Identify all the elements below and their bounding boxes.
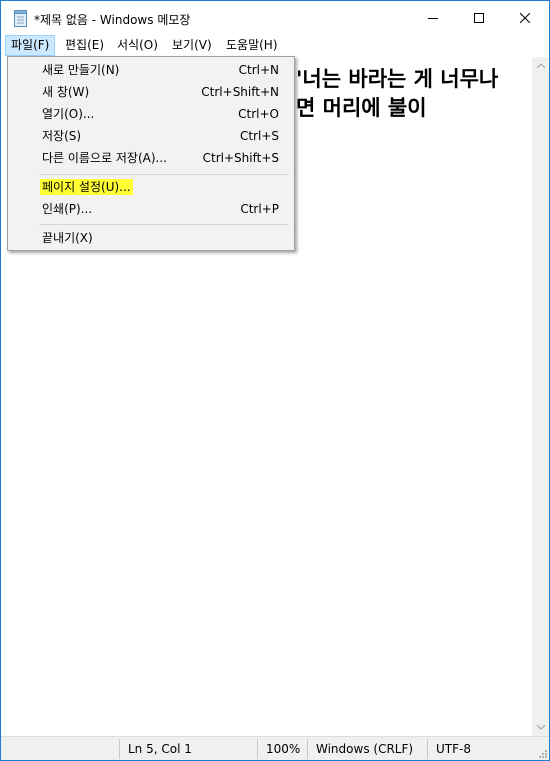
menu-separator — [39, 174, 289, 175]
notepad-window: *제목 없음 - Windows 메모장 파일(F) 편집(E) 서식(O) 보… — [0, 0, 550, 761]
menu-separator — [39, 224, 289, 225]
menu-item-shortcut: Ctrl+Shift+N — [201, 85, 279, 99]
scroll-up-button[interactable] — [532, 57, 549, 74]
notepad-icon — [14, 10, 28, 27]
menu-help[interactable]: 도움말(H) — [220, 35, 284, 56]
editor-line-2: 면 머리에 불이 — [296, 96, 427, 120]
menu-item-label: 끝내기(X) — [42, 231, 93, 245]
menu-item-label: 다른 이름으로 저장(A)... — [42, 151, 167, 165]
menu-item-open[interactable]: 열기(O)... Ctrl+O — [11, 103, 291, 125]
file-menu-dropdown: 새로 만들기(N) Ctrl+N 새 창(W) Ctrl+Shift+N 열기(… — [7, 56, 295, 251]
status-encoding: UTF-8 — [427, 739, 533, 759]
menu-edit[interactable]: 편집(E) — [59, 35, 110, 56]
editor-line-1: '너는 바라는 게 너무나 — [296, 67, 499, 91]
close-button[interactable] — [502, 1, 548, 35]
status-bar: Ln 5, Col 1 100% Windows (CRLF) UTF-8 — [1, 736, 549, 760]
menu-item-shortcut: Ctrl+O — [238, 107, 279, 121]
menu-item-label: 새 창(W) — [42, 85, 90, 99]
maximize-button[interactable] — [456, 1, 502, 35]
menu-item-new[interactable]: 새로 만들기(N) Ctrl+N — [11, 59, 291, 81]
title-bar[interactable]: *제목 없음 - Windows 메모장 — [1, 1, 549, 35]
status-zoom: 100% — [257, 739, 307, 759]
menu-item-label: 열기(O)... — [42, 107, 95, 121]
menu-item-print[interactable]: 인쇄(P)... Ctrl+P — [11, 198, 291, 220]
menu-item-save-as[interactable]: 다른 이름으로 저장(A)... Ctrl+Shift+S — [11, 147, 291, 169]
menu-item-shortcut: Ctrl+N — [238, 63, 279, 77]
menu-item-label: 새로 만들기(N) — [42, 63, 120, 77]
menu-bar: 파일(F) 편집(E) 서식(O) 보기(V) 도움말(H) — [1, 35, 549, 57]
menu-format[interactable]: 서식(O) — [111, 35, 164, 56]
menu-item-exit[interactable]: 끝내기(X) — [11, 227, 291, 249]
status-position: Ln 5, Col 1 — [119, 739, 257, 759]
close-icon — [520, 13, 530, 23]
menu-item-shortcut: Ctrl+S — [239, 129, 279, 143]
chevron-up-icon — [536, 63, 545, 68]
menu-item-label: 저장(S) — [42, 129, 82, 143]
menu-item-label: 페이지 설정(U)... — [40, 179, 133, 195]
menu-file[interactable]: 파일(F) — [5, 35, 56, 56]
menu-item-label-wrap: 페이지 설정(U)... — [40, 176, 133, 198]
resize-grip-icon[interactable] — [537, 748, 547, 758]
vertical-scrollbar[interactable] — [532, 57, 549, 736]
menu-view[interactable]: 보기(V) — [166, 35, 218, 56]
window-title: *제목 없음 - Windows 메모장 — [34, 13, 191, 27]
menu-item-shortcut: Ctrl+P — [240, 202, 279, 216]
menu-item-save[interactable]: 저장(S) Ctrl+S — [11, 125, 291, 147]
chevron-down-icon — [536, 725, 545, 730]
minimize-icon — [428, 18, 438, 19]
menu-item-new-window[interactable]: 새 창(W) Ctrl+Shift+N — [11, 81, 291, 103]
menu-item-page-setup[interactable]: 페이지 설정(U)... — [11, 176, 291, 198]
maximize-icon — [474, 13, 484, 23]
menu-item-label: 인쇄(P)... — [42, 202, 93, 216]
menu-item-shortcut: Ctrl+Shift+S — [202, 151, 279, 165]
status-line-ending: Windows (CRLF) — [307, 739, 427, 759]
minimize-button[interactable] — [410, 1, 456, 35]
scroll-down-button[interactable] — [532, 719, 549, 736]
